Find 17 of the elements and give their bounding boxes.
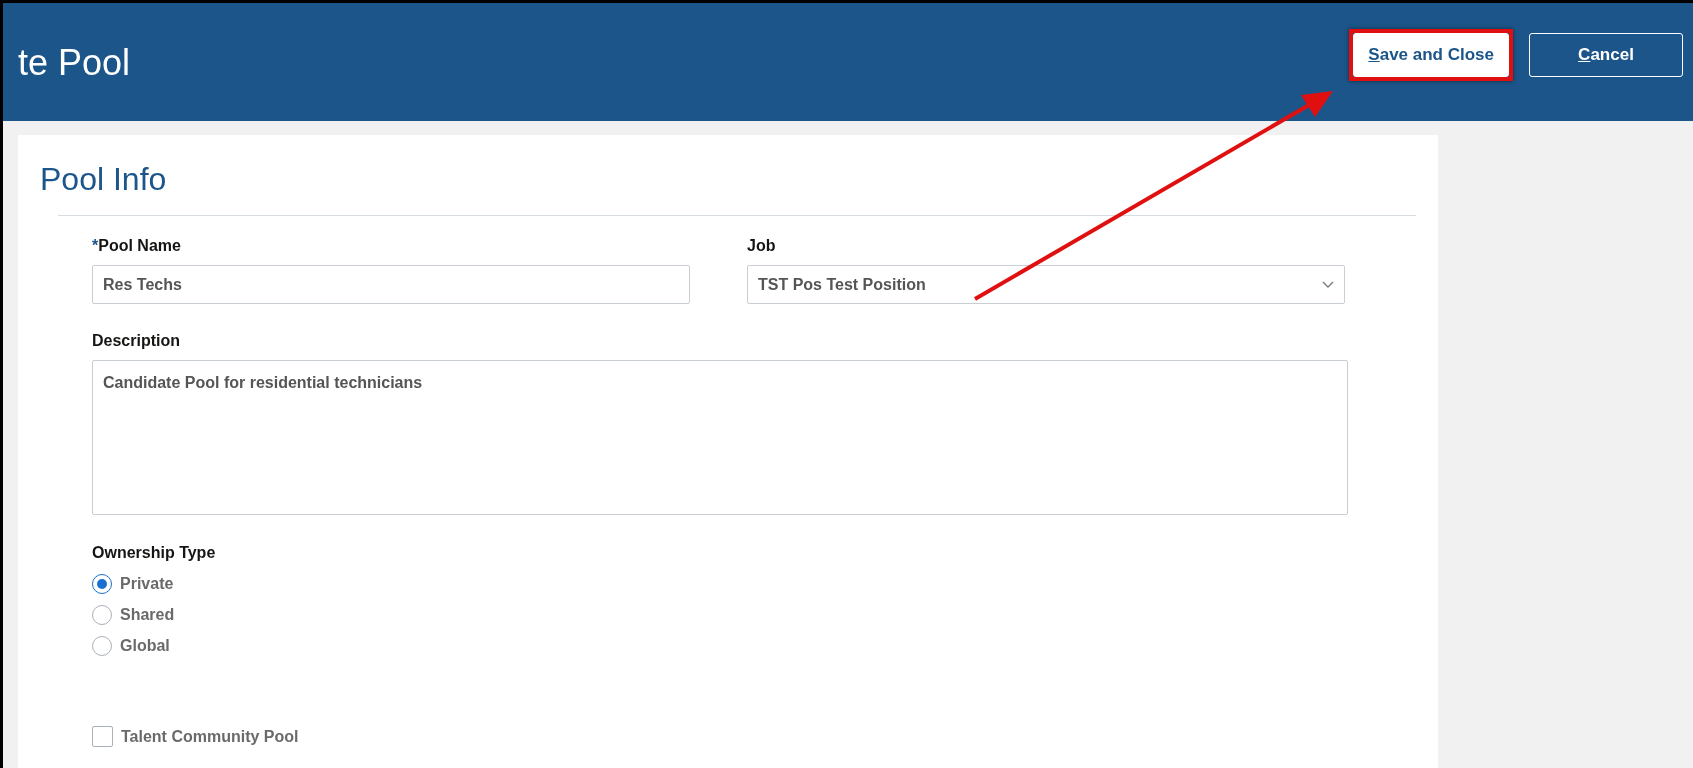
field-label: Description bbox=[92, 331, 181, 351]
radio-label: Shared bbox=[120, 604, 175, 625]
radio-label: Global bbox=[120, 635, 170, 656]
field-label: *Pool Name bbox=[92, 236, 182, 256]
section-title: Pool Info bbox=[40, 160, 168, 199]
field-label: Ownership Type bbox=[92, 543, 217, 563]
checkbox[interactable] bbox=[92, 726, 113, 747]
cancel-button[interactable]: Cancel bbox=[1529, 33, 1683, 77]
job-dropdown[interactable]: TST Pos Test Position bbox=[747, 265, 1345, 304]
radio-label: Private bbox=[120, 573, 174, 594]
chevron-down-icon bbox=[1322, 280, 1334, 289]
page-title: te Pool bbox=[18, 41, 132, 85]
field-label: Job bbox=[747, 236, 777, 256]
checkbox-label: Talent Community Pool bbox=[121, 726, 299, 747]
pool-name-field[interactable]: Res Techs bbox=[92, 265, 690, 304]
save-button[interactable]: Save and Close bbox=[1353, 33, 1509, 77]
description-field[interactable]: Candidate Pool for residential technicians bbox=[92, 360, 1348, 515]
